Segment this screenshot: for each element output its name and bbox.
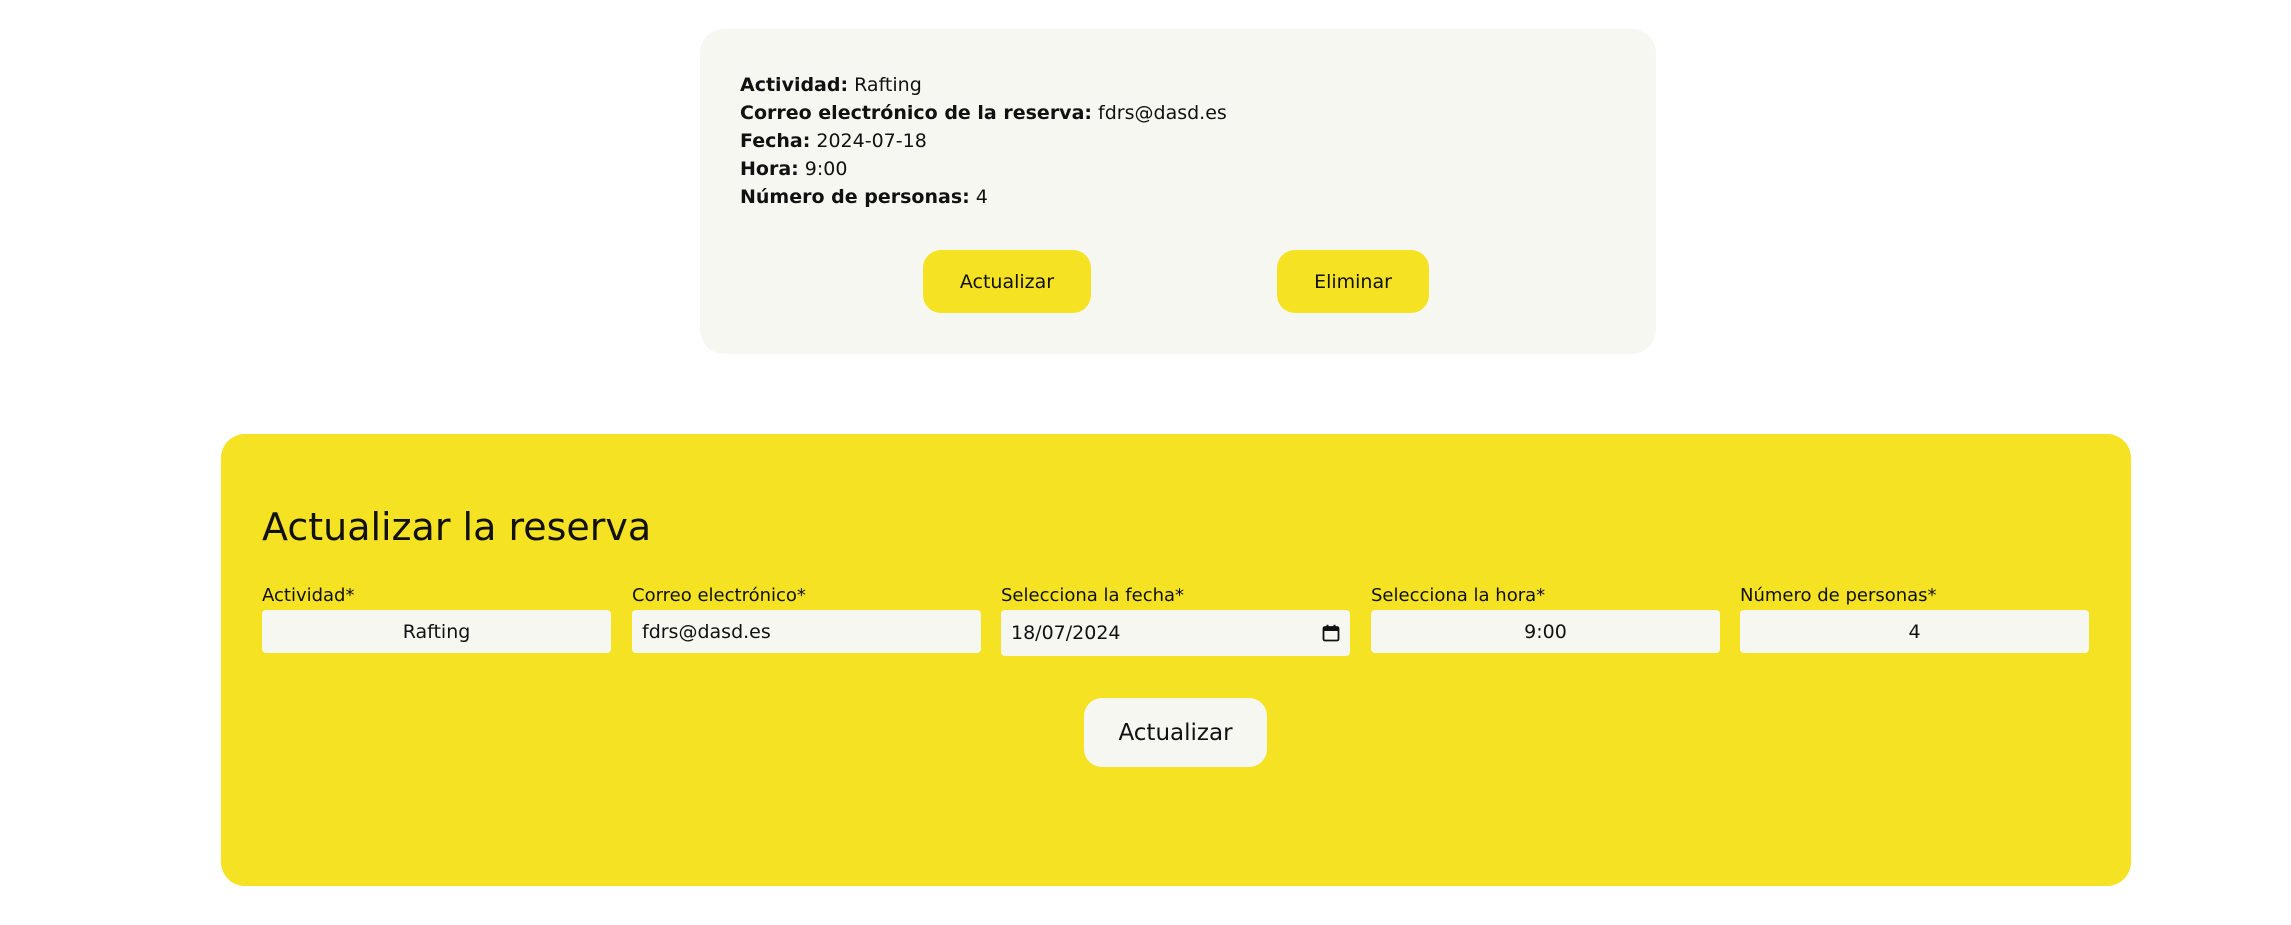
date-row: Fecha: 2024-07-18 xyxy=(740,127,1616,155)
time-label: Hora: xyxy=(740,158,799,180)
activity-label: Actividad: xyxy=(740,74,849,96)
people-field-label: Número de personas* xyxy=(1740,585,1937,606)
submit-update-button[interactable]: Actualizar xyxy=(1084,698,1267,767)
time-select[interactable]: 9:00 xyxy=(1371,610,1720,653)
email-row: Correo electrónico de la reserva: fdrs@d… xyxy=(740,99,1616,127)
time-field: Selecciona la hora* 9:00 xyxy=(1371,585,1720,653)
form-title: Actualizar la reserva xyxy=(262,505,652,549)
date-input-value: 18/07/2024 xyxy=(1011,622,1121,644)
time-value: 9:00 xyxy=(804,158,848,180)
email-field: Correo electrónico* fdrs@dasd.es xyxy=(632,585,981,653)
update-form-panel: Actualizar la reserva Actividad* Rafting… xyxy=(221,434,2131,886)
date-field: Selecciona la fecha* 18/07/2024 xyxy=(1001,585,1350,656)
activity-value: Rafting xyxy=(854,74,922,96)
time-row: Hora: 9:00 xyxy=(740,155,1616,183)
delete-reservation-button[interactable]: Eliminar xyxy=(1277,250,1429,313)
date-input[interactable]: 18/07/2024 xyxy=(1001,610,1350,656)
people-field: Número de personas* 4 xyxy=(1740,585,2089,653)
activity-select[interactable]: Rafting xyxy=(262,610,611,653)
email-input[interactable]: fdrs@dasd.es xyxy=(632,610,981,653)
reservation-card: Actividad: Rafting Correo electrónico de… xyxy=(700,29,1656,354)
update-reservation-button[interactable]: Actualizar xyxy=(923,250,1091,313)
email-label: Correo electrónico de la reserva: xyxy=(740,102,1092,124)
activity-field-label: Actividad* xyxy=(262,585,355,606)
people-value: 4 xyxy=(975,186,988,208)
activity-row: Actividad: Rafting xyxy=(740,71,1616,99)
page: Actividad: Rafting Correo electrónico de… xyxy=(0,0,2291,925)
email-value: fdrs@dasd.es xyxy=(1098,102,1227,124)
activity-field: Actividad* Rafting xyxy=(262,585,611,653)
date-label: Fecha: xyxy=(740,130,811,152)
date-value: 2024-07-18 xyxy=(816,130,927,152)
time-field-label: Selecciona la hora* xyxy=(1371,585,1546,606)
date-field-label: Selecciona la fecha* xyxy=(1001,585,1185,606)
people-row: Número de personas: 4 xyxy=(740,183,1616,211)
reservation-actions: Actualizar Eliminar xyxy=(700,250,1656,314)
calendar-icon[interactable] xyxy=(1322,624,1340,642)
people-label: Número de personas: xyxy=(740,186,970,208)
email-field-label: Correo electrónico* xyxy=(632,585,806,606)
people-input[interactable]: 4 xyxy=(1740,610,2089,653)
